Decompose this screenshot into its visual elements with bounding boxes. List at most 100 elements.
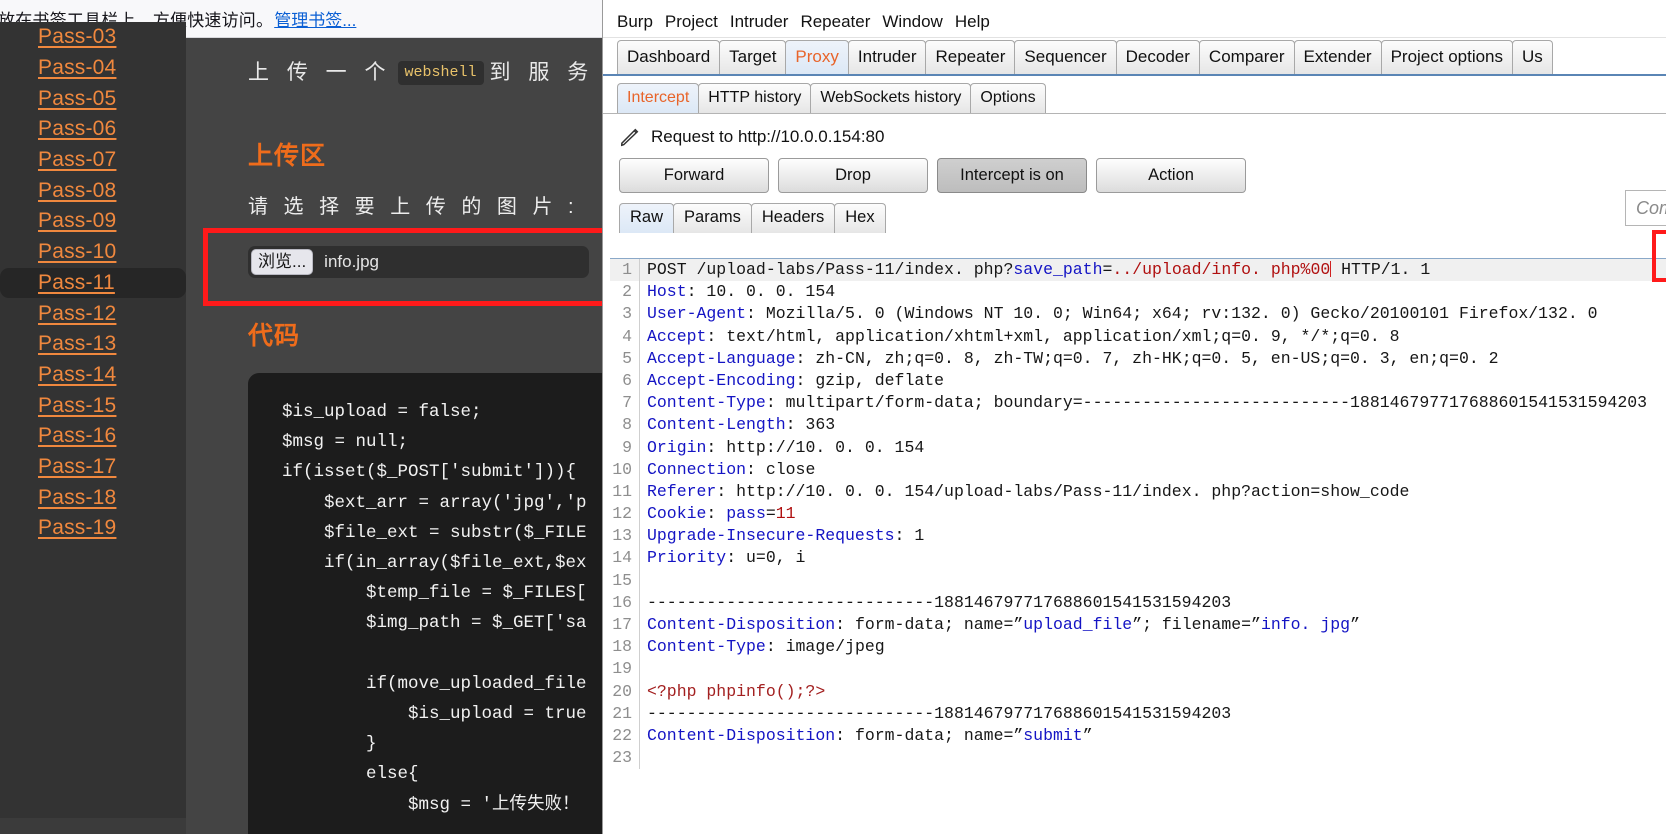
- sidebar-item-pass-17[interactable]: Pass-17: [0, 452, 186, 483]
- token: : image/jpeg: [766, 637, 885, 656]
- drop-button[interactable]: Drop: [778, 158, 928, 193]
- token: Origin: [647, 438, 706, 457]
- sidebar-item-pass-12[interactable]: Pass-12: [0, 298, 186, 329]
- sidebar-item-pass-14[interactable]: Pass-14: [0, 360, 186, 391]
- token: ”; filename=”: [1132, 615, 1261, 634]
- token: : form-data; name=”: [835, 615, 1023, 634]
- manage-bookmarks-link[interactable]: 管理书签...: [274, 6, 356, 31]
- request-line: 12Cookie: pass=11: [610, 503, 1666, 525]
- sidebar-item-pass-18[interactable]: Pass-18: [0, 482, 186, 513]
- token: save_path: [1013, 260, 1102, 279]
- tab-extender[interactable]: Extender: [1294, 40, 1382, 74]
- subtab-websockets-history[interactable]: WebSockets history: [810, 83, 971, 113]
- token: HTTP/1. 1: [1331, 260, 1430, 279]
- line-number: 23: [610, 747, 640, 769]
- sidebar-item-pass-16[interactable]: Pass-16: [0, 421, 186, 452]
- line-text: Content-Disposition: form-data; name=”up…: [640, 614, 1360, 636]
- pencil-icon: [619, 126, 641, 148]
- burp-suite-window: BurpProjectIntruderRepeaterWindowHelp Da…: [602, 0, 1666, 834]
- menu-item-project[interactable]: Project: [665, 12, 718, 32]
- token: :: [706, 504, 726, 523]
- sidebar-item-label: Pass-17: [38, 455, 116, 479]
- raw-request-editor[interactable]: 1POST /upload-labs/Pass-11/index. php?sa…: [610, 258, 1666, 834]
- message-tab-hex[interactable]: Hex: [834, 203, 885, 233]
- sidebar-item-pass-03[interactable]: Pass-03: [0, 22, 186, 53]
- message-tab-headers[interactable]: Headers: [751, 203, 835, 233]
- menu-item-repeater[interactable]: Repeater: [800, 12, 870, 32]
- sidebar-item-pass-06[interactable]: Pass-06: [0, 114, 186, 145]
- sidebar-item-pass-05[interactable]: Pass-05: [0, 83, 186, 114]
- sidebar-item-label: Pass-09: [38, 209, 116, 233]
- message-tab-params[interactable]: Params: [673, 203, 752, 233]
- sidebar-item-label: Pass-15: [38, 394, 116, 418]
- tab-sequencer[interactable]: Sequencer: [1014, 40, 1116, 74]
- tab-repeater[interactable]: Repeater: [925, 40, 1015, 74]
- line-text: User-Agent: Mozilla/5. 0 (Windows NT 10.…: [640, 303, 1598, 325]
- comment-input[interactable]: Comment this ite: [1625, 190, 1666, 226]
- request-line: 6Accept-Encoding: gzip, deflate: [610, 370, 1666, 392]
- line-number: 18: [610, 636, 640, 658]
- line-text: <?php phpinfo();?>: [640, 681, 825, 703]
- sidebar-item-pass-10[interactable]: Pass-10: [0, 237, 186, 268]
- sidebar-item-label: Pass-08: [38, 179, 116, 203]
- request-line: 19: [610, 658, 1666, 680]
- tab-decoder[interactable]: Decoder: [1116, 40, 1200, 74]
- menu-item-burp[interactable]: Burp: [617, 12, 653, 32]
- request-line: 17Content-Disposition: form-data; name=”…: [610, 614, 1666, 636]
- line-number: 5: [610, 348, 640, 370]
- sidebar-item-pass-15[interactable]: Pass-15: [0, 390, 186, 421]
- subtab-http-history[interactable]: HTTP history: [698, 83, 811, 113]
- line-text: Content-Disposition: form-data; name=”su…: [640, 725, 1093, 747]
- intercepted-request-header: Request to http://10.0.0.154:80: [603, 114, 1666, 154]
- tab-proxy[interactable]: Proxy: [785, 40, 848, 74]
- tab-us[interactable]: Us: [1512, 40, 1553, 74]
- menu-item-window[interactable]: Window: [882, 12, 942, 32]
- token: POST /upload-labs/Pass-11/index. php?: [647, 260, 1013, 279]
- sidebar-item-pass-08[interactable]: Pass-08: [0, 175, 186, 206]
- file-input[interactable]: 浏览... info.jpg: [248, 246, 589, 278]
- action-button[interactable]: Action: [1096, 158, 1246, 193]
- line-text: POST /upload-labs/Pass-11/index. php?sav…: [640, 259, 1430, 281]
- token: submit: [1023, 726, 1082, 745]
- sidebar-item-pass-19[interactable]: Pass-19: [0, 513, 186, 544]
- browse-button[interactable]: 浏览...: [251, 249, 313, 275]
- subtab-intercept[interactable]: Intercept: [617, 83, 699, 113]
- tab-project-options[interactable]: Project options: [1381, 40, 1513, 74]
- message-tab-raw[interactable]: Raw: [619, 203, 674, 233]
- intercept-is-on-button[interactable]: Intercept is on: [937, 158, 1087, 193]
- line-text: -----------------------------18814679771…: [640, 703, 1231, 725]
- tab-intruder[interactable]: Intruder: [848, 40, 927, 74]
- menu-item-help[interactable]: Help: [955, 12, 990, 32]
- token: -----------------------------18814679771…: [647, 593, 1231, 612]
- sidebar-item-pass-04[interactable]: Pass-04: [0, 53, 186, 84]
- sidebar-item-label: Pass-11: [38, 271, 115, 295]
- tab-dashboard[interactable]: Dashboard: [617, 40, 720, 74]
- token: 11: [776, 504, 796, 523]
- token: ../upload/info. php%00: [1112, 260, 1330, 279]
- line-number: 2: [610, 281, 640, 303]
- line-number: 15: [610, 570, 640, 592]
- burp-menu-bar: Burp Project Intruder Repeater Window Help: [603, 6, 1666, 38]
- sidebar-item-pass-11[interactable]: Pass-11: [0, 268, 186, 299]
- tab-target[interactable]: Target: [719, 40, 786, 74]
- token: : http://10. 0. 0. 154/upload-labs/Pass-…: [716, 482, 1409, 501]
- forward-button[interactable]: Forward: [619, 158, 769, 193]
- token: =: [766, 504, 776, 523]
- sidebar-item-label: Pass-05: [38, 87, 116, 111]
- token: Content-Length: [647, 415, 786, 434]
- sidebar-item-pass-09[interactable]: Pass-09: [0, 206, 186, 237]
- token: : multipart/form-data; boundary=--------…: [766, 393, 1647, 412]
- token: -----------------------------18814679771…: [647, 704, 1231, 723]
- menu-item-intruder[interactable]: Intruder: [730, 12, 789, 32]
- request-line: 15: [610, 570, 1666, 592]
- sidebar-item-pass-07[interactable]: Pass-07: [0, 145, 186, 176]
- token: : close: [746, 460, 815, 479]
- sidebar-item-label: Pass-04: [38, 56, 116, 80]
- sidebar-item-pass-13[interactable]: Pass-13: [0, 329, 186, 360]
- line-text: Origin: http://10. 0. 0. 154: [640, 437, 924, 459]
- line-text: Content-Type: multipart/form-data; bound…: [640, 392, 1647, 414]
- token: Accept: [647, 327, 706, 346]
- subtab-options[interactable]: Options: [970, 83, 1045, 113]
- tab-comparer[interactable]: Comparer: [1199, 40, 1295, 74]
- burp-proxy-sub-tab-bar: InterceptHTTP historyWebSockets historyO…: [603, 80, 1666, 114]
